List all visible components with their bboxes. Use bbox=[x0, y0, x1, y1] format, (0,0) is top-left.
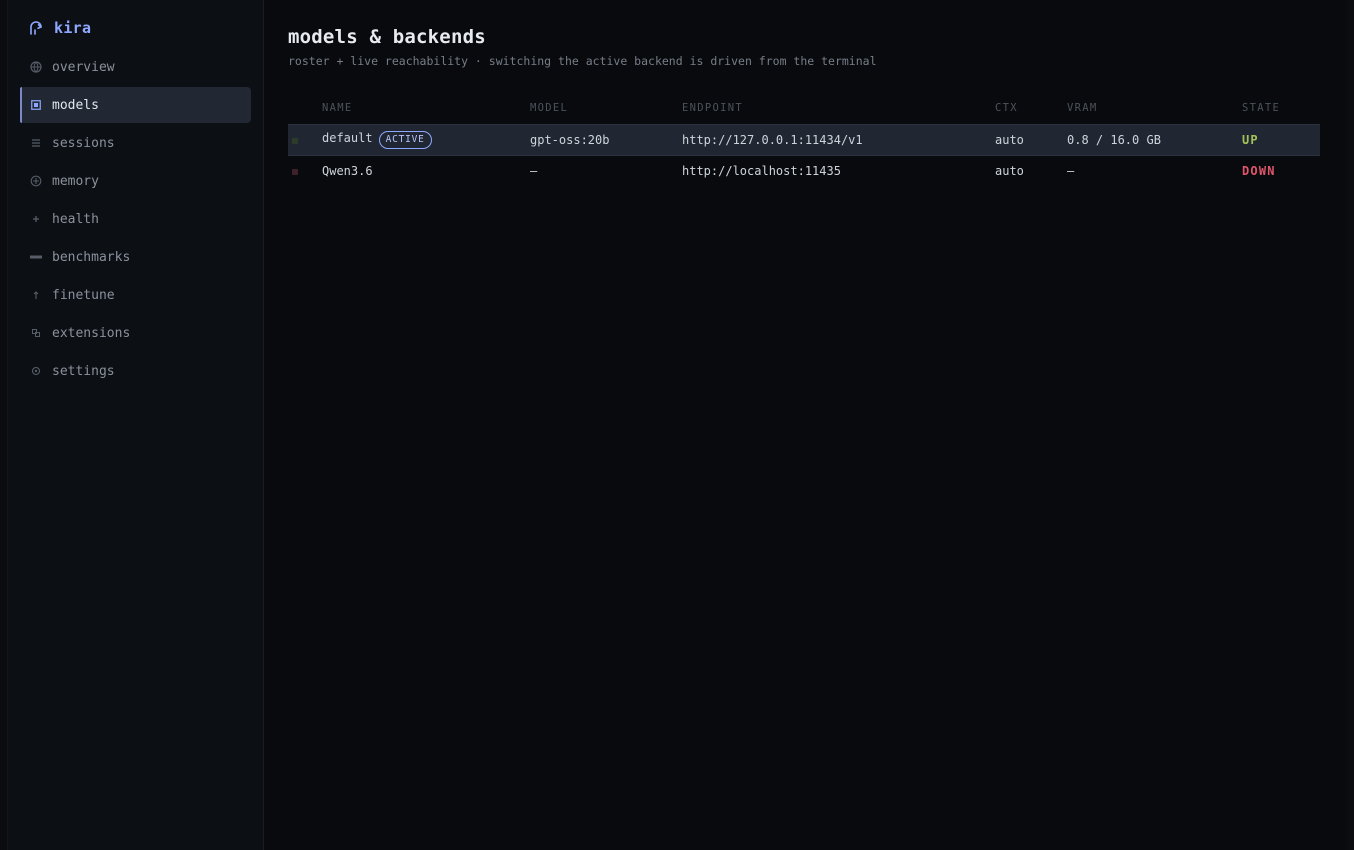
list-icon bbox=[30, 137, 42, 149]
page-title: models & backends bbox=[288, 26, 486, 48]
backend-state: UP bbox=[1242, 123, 1320, 156]
target-icon bbox=[30, 175, 42, 187]
window-edge-right bbox=[1346, 0, 1354, 850]
main-content: models & backends roster + live reachabi… bbox=[264, 0, 1354, 850]
app-name: kira bbox=[54, 19, 92, 37]
header-model[interactable]: MODEL bbox=[530, 100, 682, 124]
app-window: kira overview models sessions memory hea… bbox=[0, 0, 1354, 850]
chip-icon bbox=[30, 99, 42, 111]
page-subtitle: roster + live reachability · switching t… bbox=[288, 54, 877, 68]
sidebar-item-label: benchmarks bbox=[52, 249, 131, 265]
sidebar-item-label: overview bbox=[52, 59, 115, 75]
bar-icon bbox=[30, 251, 42, 263]
backend-ctx: auto bbox=[995, 163, 1024, 178]
plus-icon bbox=[30, 213, 42, 225]
backends-table: NAME MODEL ENDPOINT CTX VRAM STATE defau… bbox=[288, 100, 1320, 186]
header-endpoint[interactable]: ENDPOINT bbox=[682, 100, 995, 124]
table-row[interactable]: Qwen3.6 — http://localhost:11435 auto — … bbox=[288, 155, 1320, 186]
sidebar-item-overview[interactable]: overview bbox=[20, 49, 251, 85]
arrow-up-icon bbox=[30, 289, 42, 301]
header-ctx[interactable]: CTX bbox=[995, 100, 1067, 124]
sidebar-item-health[interactable]: health bbox=[20, 201, 251, 237]
sidebar-item-extensions[interactable]: extensions bbox=[20, 315, 251, 351]
backend-vram: 0.8 / 16.0 GB bbox=[1067, 123, 1242, 156]
sidebar-item-benchmarks[interactable]: benchmarks bbox=[20, 239, 251, 275]
backend-model: gpt-oss:20b bbox=[530, 123, 682, 156]
backend-state: DOWN bbox=[1242, 163, 1276, 178]
sidebar-item-label: sessions bbox=[52, 135, 115, 151]
kira-logo-icon bbox=[30, 21, 42, 35]
backend-endpoint: http://127.0.0.1:11434/v1 bbox=[682, 123, 995, 156]
gear-icon bbox=[30, 365, 42, 377]
sidebar-item-sessions[interactable]: sessions bbox=[20, 125, 251, 161]
backend-name-cell: default ACTIVE bbox=[322, 123, 530, 156]
sidebar-item-label: finetune bbox=[52, 287, 115, 303]
sidebar-nav: overview models sessions memory health b… bbox=[8, 49, 263, 389]
table-row[interactable]: default ACTIVE gpt-oss:20b http://127.0.0… bbox=[288, 123, 1320, 156]
backend-name: default bbox=[322, 130, 373, 145]
header-vram[interactable]: VRAM bbox=[1067, 100, 1242, 124]
header-name[interactable]: NAME bbox=[322, 100, 530, 124]
sidebar-item-settings[interactable]: settings bbox=[20, 353, 251, 389]
puzzle-icon bbox=[30, 327, 42, 339]
sidebar-item-finetune[interactable]: finetune bbox=[20, 277, 251, 313]
status-dot bbox=[292, 168, 298, 175]
backend-name-cell: Qwen3.6 bbox=[322, 155, 530, 186]
globe-icon bbox=[30, 61, 42, 73]
status-dot bbox=[292, 137, 298, 144]
sidebar: kira overview models sessions memory hea… bbox=[8, 0, 264, 850]
sidebar-item-label: settings bbox=[52, 363, 115, 379]
backend-vram: — bbox=[1067, 163, 1075, 178]
backend-name: Qwen3.6 bbox=[322, 163, 373, 178]
backend-ctx: auto bbox=[995, 123, 1067, 156]
status-dot-cell bbox=[288, 123, 322, 156]
sidebar-item-label: memory bbox=[52, 173, 99, 189]
brand[interactable]: kira bbox=[8, 16, 263, 40]
status-dot-cell bbox=[288, 155, 322, 186]
backend-model: — bbox=[530, 163, 538, 178]
table-header-row: NAME MODEL ENDPOINT CTX VRAM STATE bbox=[288, 100, 1320, 124]
header-status-dot bbox=[288, 100, 322, 124]
sidebar-item-models[interactable]: models bbox=[20, 87, 251, 123]
sidebar-item-label: models bbox=[52, 97, 99, 113]
sidebar-item-label: extensions bbox=[52, 325, 131, 341]
sidebar-item-memory[interactable]: memory bbox=[20, 163, 251, 199]
window-edge-left bbox=[0, 0, 8, 850]
sidebar-item-label: health bbox=[52, 211, 99, 227]
backend-endpoint: http://localhost:11435 bbox=[682, 163, 841, 178]
active-badge: ACTIVE bbox=[378, 130, 432, 149]
header-state[interactable]: STATE bbox=[1242, 100, 1320, 124]
